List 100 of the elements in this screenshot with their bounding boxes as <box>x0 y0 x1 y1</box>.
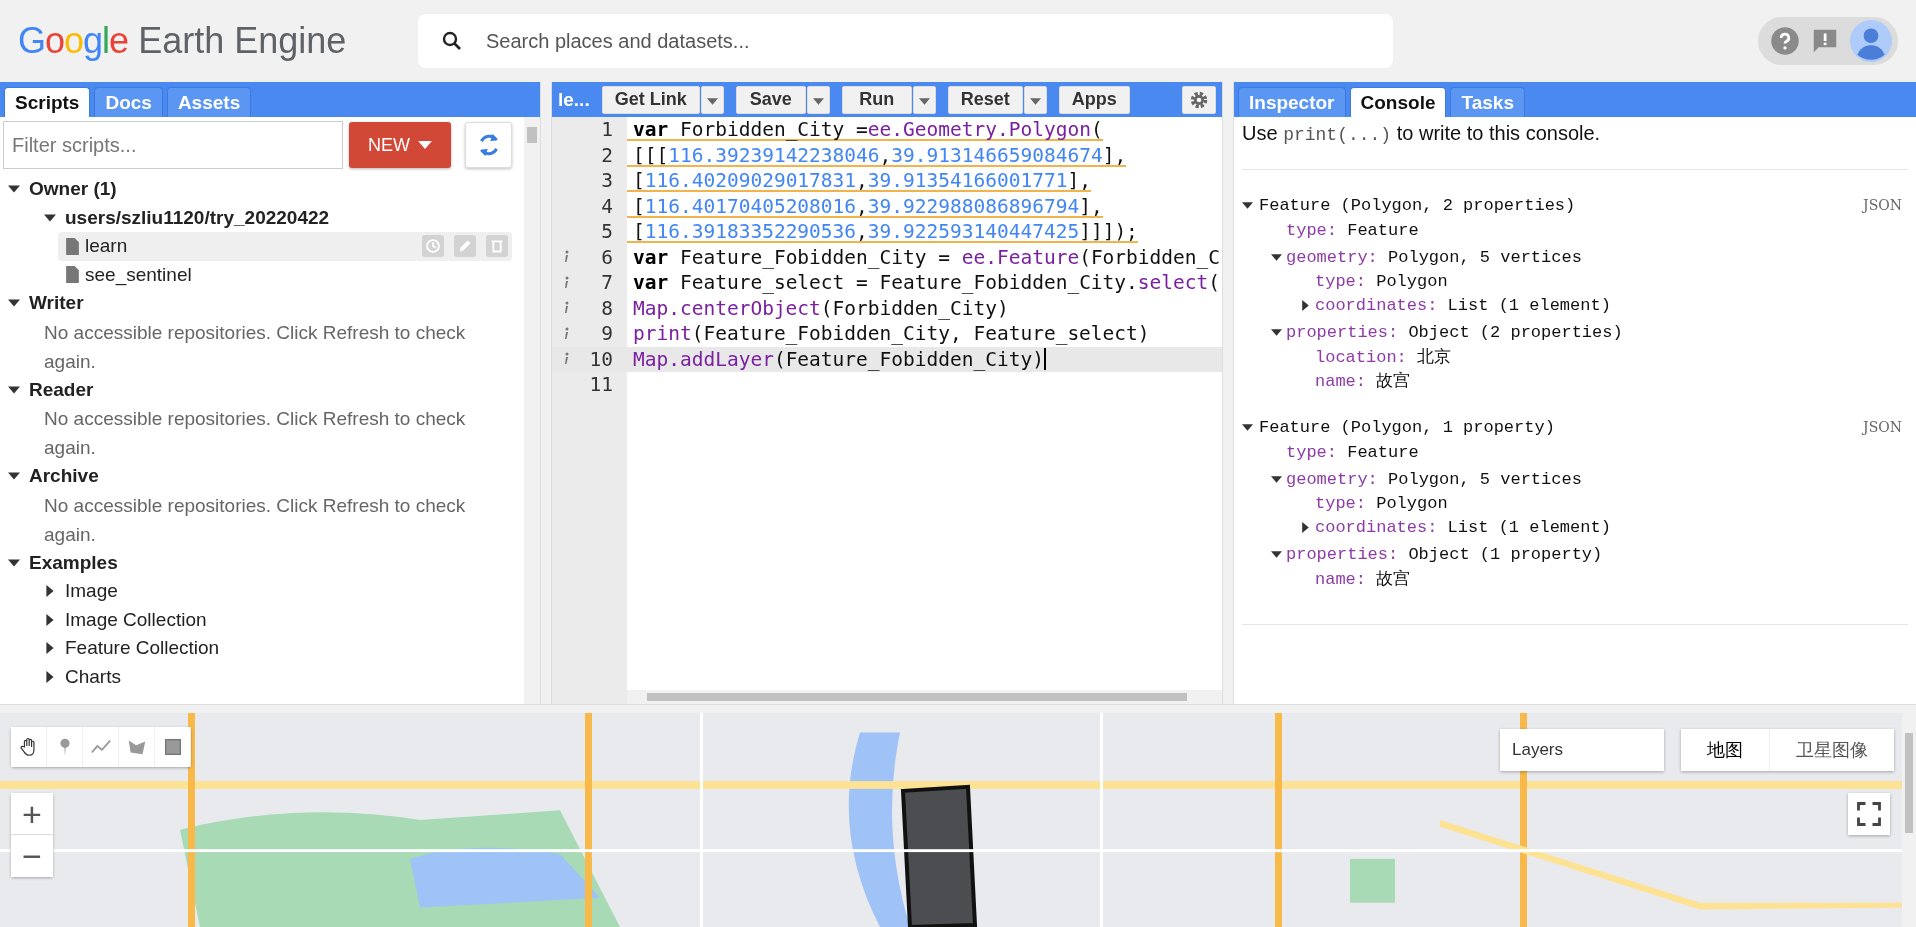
tree-item[interactable]: users/szliu1120/try_20220422 <box>65 206 330 229</box>
rectangle-tool-button[interactable] <box>155 727 191 767</box>
expand-arrow-icon[interactable] <box>1271 548 1282 560</box>
panel-tab[interactable]: Scripts <box>4 87 91 117</box>
toolbar-button[interactable]: Reset <box>947 85 1023 114</box>
empty-message: No accessible repositories. Click Refresh to check again. <box>44 493 467 547</box>
expand-arrow-icon[interactable] <box>44 642 56 655</box>
expand-arrow-icon[interactable] <box>1242 199 1253 211</box>
property-entry: coordinates: List (1 element) <box>1315 517 1611 537</box>
expand-arrow-icon[interactable] <box>1271 251 1282 263</box>
expand-arrow-icon[interactable] <box>1300 299 1311 311</box>
dropdown-button[interactable] <box>912 85 936 114</box>
zoom-in-button[interactable]: + <box>11 793 53 835</box>
tree-item[interactable]: Examples <box>29 551 118 574</box>
toolbar-button[interactable]: Run <box>841 85 912 114</box>
fullscreen-button[interactable] <box>1848 793 1890 835</box>
expand-arrow-icon[interactable] <box>44 211 56 224</box>
panel-tab[interactable]: Console <box>1349 87 1447 117</box>
refresh-button[interactable] <box>465 122 512 168</box>
expand-arrow-icon[interactable] <box>1300 521 1311 533</box>
expand-arrow-icon[interactable] <box>8 556 20 569</box>
tree-item[interactable]: Reader <box>29 378 94 401</box>
tree-item[interactable]: Archive <box>29 465 99 488</box>
json-link[interactable]: JSON <box>1863 419 1908 435</box>
line-number: 6 <box>601 245 613 269</box>
layers-button[interactable]: Layers <box>1500 729 1664 771</box>
output-title[interactable]: Feature (Polygon, 1 property) <box>1259 417 1555 437</box>
zoom-out-button[interactable]: − <box>11 835 53 877</box>
toolbar-button[interactable]: Get Link <box>601 85 700 114</box>
map-type-button[interactable]: 地图 <box>1681 729 1770 771</box>
line-number: 11 <box>589 373 613 397</box>
tree-item[interactable]: Image <box>65 580 118 603</box>
caret-icon <box>418 141 432 149</box>
expand-arrow-icon[interactable] <box>44 585 56 598</box>
property-entry: geometry: Polygon, 5 vertices <box>1286 469 1582 489</box>
property-entry: properties: Object (1 property) <box>1286 544 1603 564</box>
search-field[interactable]: Search places and datasets... <box>418 14 1393 68</box>
line-number: 9 <box>601 322 613 346</box>
output-title[interactable]: Feature (Polygon, 2 properties) <box>1259 195 1576 215</box>
caret-icon <box>706 98 718 105</box>
code-line: Map.addLayer(Feature_Fobidden_City) <box>632 347 1046 371</box>
expand-arrow-icon[interactable] <box>44 670 56 683</box>
console-hint: Use print(...) to write to this console. <box>1242 122 1908 170</box>
tree-item[interactable]: Feature Collection <box>65 637 220 660</box>
code-line: var Feature_select = Feature_Fobidden_City.select( <box>632 271 1221 295</box>
code-line: print(Feature_Fobidden_City, Feature_select) <box>632 322 1150 346</box>
code-line: [116.39183352290536,39.922593140447425]]]); <box>627 220 1138 244</box>
hand-tool-button[interactable] <box>11 727 47 767</box>
tree-item[interactable]: Charts <box>65 665 121 688</box>
property-entry: name: 故宫 <box>1315 568 1411 590</box>
expand-arrow-icon[interactable] <box>1271 473 1282 485</box>
toolbar-button[interactable]: Save <box>735 85 806 114</box>
scrollbar[interactable] <box>524 117 540 704</box>
property-entry: type: Feature <box>1286 220 1419 240</box>
splitter-handle[interactable] <box>540 82 552 704</box>
tree-item[interactable]: Owner (1) <box>29 178 117 201</box>
filter-field[interactable]: Filter scripts... <box>3 121 343 169</box>
dropdown-button[interactable] <box>1023 85 1047 114</box>
scrollbar[interactable] <box>627 690 1222 704</box>
expand-arrow-icon[interactable] <box>1242 421 1253 433</box>
property-entry: type: Polygon <box>1315 271 1448 291</box>
help-icon[interactable] <box>1770 26 1800 56</box>
splitter-handle[interactable] <box>0 704 1916 713</box>
expand-arrow-icon[interactable] <box>1271 326 1282 338</box>
caret-icon <box>812 98 824 105</box>
splitter-handle[interactable] <box>1222 82 1234 704</box>
tree-item[interactable]: Image Collection <box>65 608 207 631</box>
property-entry: properties: Object (2 properties) <box>1286 322 1623 342</box>
file-icon <box>66 266 79 284</box>
toolbar-button[interactable]: Apps <box>1058 85 1130 114</box>
script-item[interactable]: see_sentinel <box>58 260 512 289</box>
code-line: [[[116.39239142238046,39.913146659084674], <box>627 143 1127 167</box>
avatar-icon[interactable] <box>1850 20 1892 62</box>
line-number: 1 <box>601 118 613 142</box>
dropdown-button[interactable] <box>806 85 830 114</box>
file-icon <box>66 237 79 255</box>
new-button[interactable]: NEW <box>349 122 451 168</box>
line-number: 4 <box>601 194 613 218</box>
property-entry: geometry: Polygon, 5 vertices <box>1286 247 1582 267</box>
line-number: 10 <box>589 347 613 371</box>
code-line: [116.40170405208016,39.922988086896794], <box>627 194 1103 218</box>
polygon-tool-button[interactable] <box>119 727 155 767</box>
line-number: 2 <box>601 143 613 167</box>
dropdown-button[interactable] <box>700 85 724 114</box>
property-entry: coordinates: List (1 element) <box>1315 295 1611 315</box>
logo: Google Earth Engine <box>18 20 348 62</box>
tree-item[interactable]: Writer <box>29 292 84 315</box>
line-number: 3 <box>601 169 613 193</box>
expand-arrow-icon[interactable] <box>44 613 56 626</box>
empty-message: No accessible repositories. Click Refresh to check again. <box>44 320 467 374</box>
fullscreen-icon <box>1855 800 1883 828</box>
code-line: var Forbidden_City =ee.Geometry.Polygon( <box>627 118 1103 142</box>
caret-icon <box>918 98 930 105</box>
settings-button[interactable] <box>1182 85 1216 114</box>
expand-arrow-icon[interactable] <box>8 383 20 396</box>
scrollbar[interactable] <box>1902 713 1916 927</box>
map-type-button[interactable]: 卫星图像 <box>1770 729 1894 771</box>
property-entry: location: 北京 <box>1315 346 1452 368</box>
json-link[interactable]: JSON <box>1863 197 1908 213</box>
code-line: [116.40209029017831,39.91354166001771], <box>627 169 1091 193</box>
